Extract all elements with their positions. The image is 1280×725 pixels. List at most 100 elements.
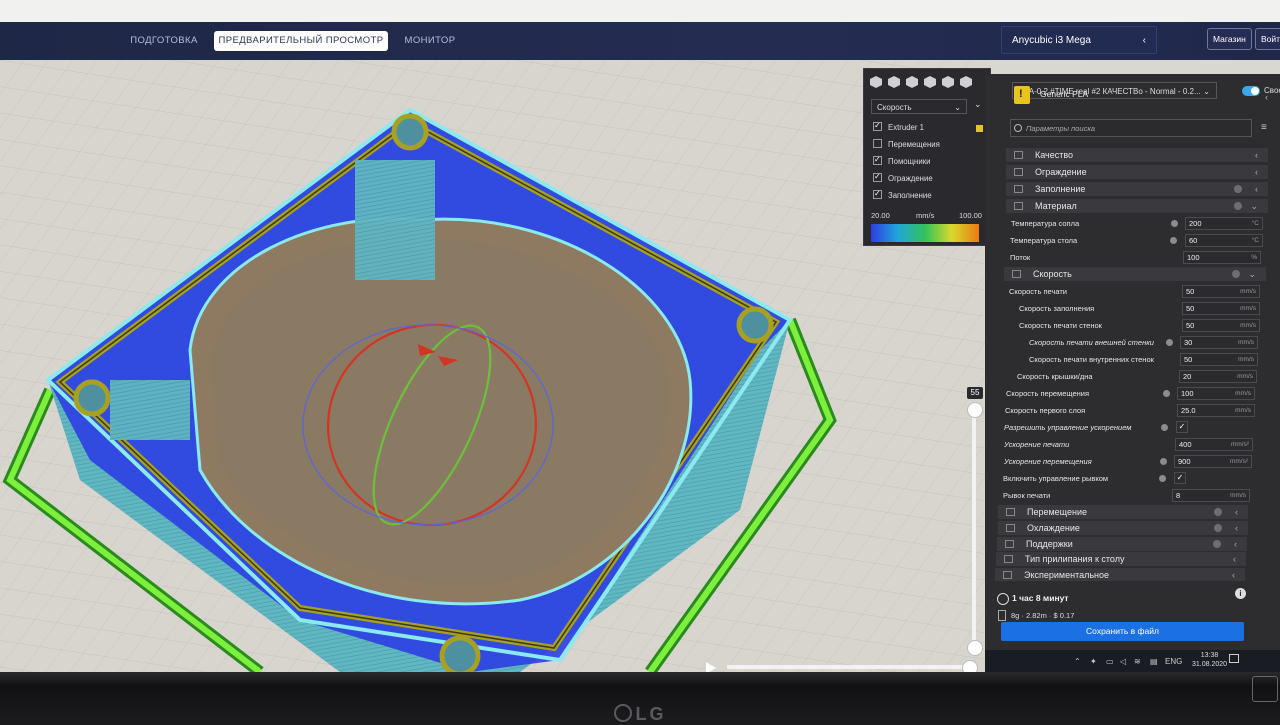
category-shell[interactable]: Ограждение ‹: [1006, 165, 1268, 179]
login-button[interactable]: Войти: [1255, 28, 1280, 50]
info-icon: [1232, 270, 1240, 278]
setting-bed-temp-label: Температура стола: [1010, 236, 1078, 245]
custom-mode-toggle[interactable]: [1242, 86, 1260, 96]
collapse-chevron-icon[interactable]: ⌄: [974, 99, 982, 110]
legend-item-label: Перемещения: [888, 140, 940, 149]
chevron-left-icon: ‹: [1142, 35, 1146, 46]
setting-travel-acceleration-input[interactable]: 900 mm/s²: [1174, 455, 1252, 468]
setting-travel-speed-input[interactable]: 100 mm/s: [1177, 387, 1255, 400]
view-top-icon[interactable]: [906, 76, 918, 88]
legend-item-travels[interactable]: Перемещения: [873, 138, 940, 152]
setting-travel-acceleration-label: Ускорение перемещения: [1004, 457, 1092, 466]
energy-star-icon: [1252, 676, 1278, 702]
view-front-icon[interactable]: [888, 76, 900, 88]
setting-outer-wall-speed-input[interactable]: 30 mm/s: [1180, 336, 1258, 349]
save-to-file-button[interactable]: Сохранить в файл: [1001, 622, 1244, 641]
info-icon: [1213, 540, 1221, 548]
printer-selector[interactable]: Anycubic i3 Mega ‹: [1001, 26, 1157, 54]
tab-monitor[interactable]: МОНИТОР: [400, 31, 460, 51]
legend-item-shell[interactable]: Ограждение: [873, 170, 933, 186]
setting-print-speed-input[interactable]: 50 mm/s: [1182, 285, 1260, 298]
setting-travel-speed-label: Скорость перемещения: [1006, 389, 1090, 398]
dropbox-icon[interactable]: ✦: [1090, 657, 1097, 666]
legend-item-helpers[interactable]: Помощники: [873, 153, 930, 169]
setting-outer-wall-speed-label: Скорость печати внешней стенки: [1029, 338, 1154, 347]
setting-print-acceleration-label: Ускорение печати: [1004, 440, 1070, 449]
category-label: Качество: [1035, 150, 1074, 160]
legend-item-infill[interactable]: Заполнение: [873, 187, 932, 203]
play-icon[interactable]: [706, 662, 716, 672]
screen: ПОДГОТОВКА ПРЕДВАРИТЕЛЬНЫЙ ПРОСМОТР МОНИ…: [0, 22, 1280, 672]
jerk-enabled-checkbox[interactable]: ✓: [1174, 472, 1186, 484]
keyboard-icon[interactable]: ▤: [1150, 657, 1158, 666]
volume-icon[interactable]: ◁: [1120, 657, 1126, 666]
chevron-up-icon[interactable]: ⌃: [1074, 657, 1081, 666]
view-left-icon[interactable]: [924, 76, 936, 88]
category-experimental[interactable]: Экспериментальное ‹: [995, 568, 1245, 582]
shell-icon: [1014, 168, 1023, 176]
setting-wall-speed-input[interactable]: 50 mm/s: [1182, 319, 1260, 332]
setting-flow-input[interactable]: 100%: [1183, 251, 1261, 264]
color-scheme-select[interactable]: Скорость ⌄: [871, 99, 967, 114]
path-slider-handle[interactable]: [962, 660, 978, 672]
wifi-icon[interactable]: ≋: [1134, 657, 1141, 666]
tab-preview[interactable]: ПРЕДВАРИТЕЛЬНЫЙ ПРОСМОТР: [214, 31, 388, 51]
layer-slider-bottom-handle[interactable]: [967, 640, 983, 656]
setting-bed-temp-input[interactable]: 60 °C: [1185, 234, 1263, 247]
search-icon: [1014, 124, 1022, 132]
network-icon[interactable]: ▭: [1106, 657, 1114, 666]
taskbar-clock[interactable]: 13:38 31.08.2020: [1192, 651, 1227, 669]
setting-infill-speed-input[interactable]: 50 mm/s: [1182, 302, 1260, 315]
store-button[interactable]: Магазин: [1207, 28, 1252, 50]
layer-slider-track[interactable]: [972, 408, 976, 648]
checkbox[interactable]: [873, 153, 882, 167]
notification-icon[interactable]: [1229, 654, 1239, 663]
search-input[interactable]: Параметры поиска: [1010, 119, 1252, 137]
category-travel[interactable]: Перемещение ‹: [998, 505, 1248, 519]
top-bar: ПОДГОТОВКА ПРЕДВАРИТЕЛЬНЫЙ ПРОСМОТР МОНИ…: [0, 22, 1280, 60]
viewport-3d[interactable]: [0, 60, 990, 672]
category-speed[interactable]: Скорость ⌄: [1004, 267, 1266, 281]
category-label: Материал: [1035, 201, 1077, 211]
chevron-left-icon[interactable]: ‹: [1265, 92, 1268, 102]
language-indicator[interactable]: ENG: [1165, 657, 1182, 666]
path-slider-track[interactable]: [727, 665, 967, 669]
setting-inner-wall-speed-input[interactable]: 50 mm/s: [1180, 353, 1258, 366]
chevron-down-icon: ⌄: [1250, 201, 1258, 211]
model-preview: [0, 60, 990, 672]
category-label: Перемещение: [1027, 507, 1087, 517]
infill-icon: [1014, 185, 1023, 193]
info-icon: [1214, 524, 1222, 532]
setting-value: 50: [1184, 355, 1193, 364]
chevron-left-icon: ‹: [1255, 184, 1258, 194]
checkbox[interactable]: [873, 170, 882, 184]
menu-icon[interactable]: ≡: [1261, 122, 1267, 133]
setting-top-bottom-speed-input[interactable]: 20 mm/s: [1179, 370, 1257, 383]
setting-print-speed-label: Скорость печати: [1009, 287, 1067, 296]
setting-value: 400: [1179, 440, 1192, 449]
acceleration-enabled-checkbox[interactable]: ✓: [1176, 421, 1188, 433]
tab-prepare[interactable]: ПОДГОТОВКА: [124, 31, 204, 51]
checkbox[interactable]: [873, 187, 882, 201]
category-support[interactable]: Поддержки ‹: [997, 537, 1247, 551]
category-infill[interactable]: Заполнение ‹: [1006, 182, 1268, 196]
legend-item-extruder[interactable]: Extruder 1: [873, 119, 924, 135]
layer-number: 55: [967, 387, 983, 399]
view-right-icon[interactable]: [942, 76, 954, 88]
setting-initial-layer-speed-input[interactable]: 25.0 mm/s: [1177, 404, 1255, 417]
checkbox[interactable]: [873, 119, 882, 133]
category-cooling[interactable]: Охлаждение ‹: [998, 521, 1248, 535]
setting-nozzle-temp-input[interactable]: 200 °C: [1185, 217, 1263, 230]
setting-print-acceleration-input[interactable]: 400 mm/s²: [1175, 438, 1253, 451]
info-icon[interactable]: i: [1235, 588, 1246, 599]
travel-icon: [1006, 508, 1015, 516]
layer-slider-top-handle[interactable]: [967, 402, 983, 418]
setting-print-jerk-input[interactable]: 8 mm/s: [1172, 489, 1250, 502]
category-material[interactable]: Материал ⌄: [1006, 199, 1268, 213]
category-adhesion[interactable]: Тип прилипания к столу ‹: [996, 552, 1246, 566]
view-layer-icon[interactable]: [960, 76, 972, 88]
category-quality[interactable]: Качество ‹: [1006, 148, 1268, 162]
checkbox[interactable]: [873, 139, 882, 148]
category-label: Охлаждение: [1027, 523, 1080, 533]
view-3d-icon[interactable]: [870, 76, 882, 88]
